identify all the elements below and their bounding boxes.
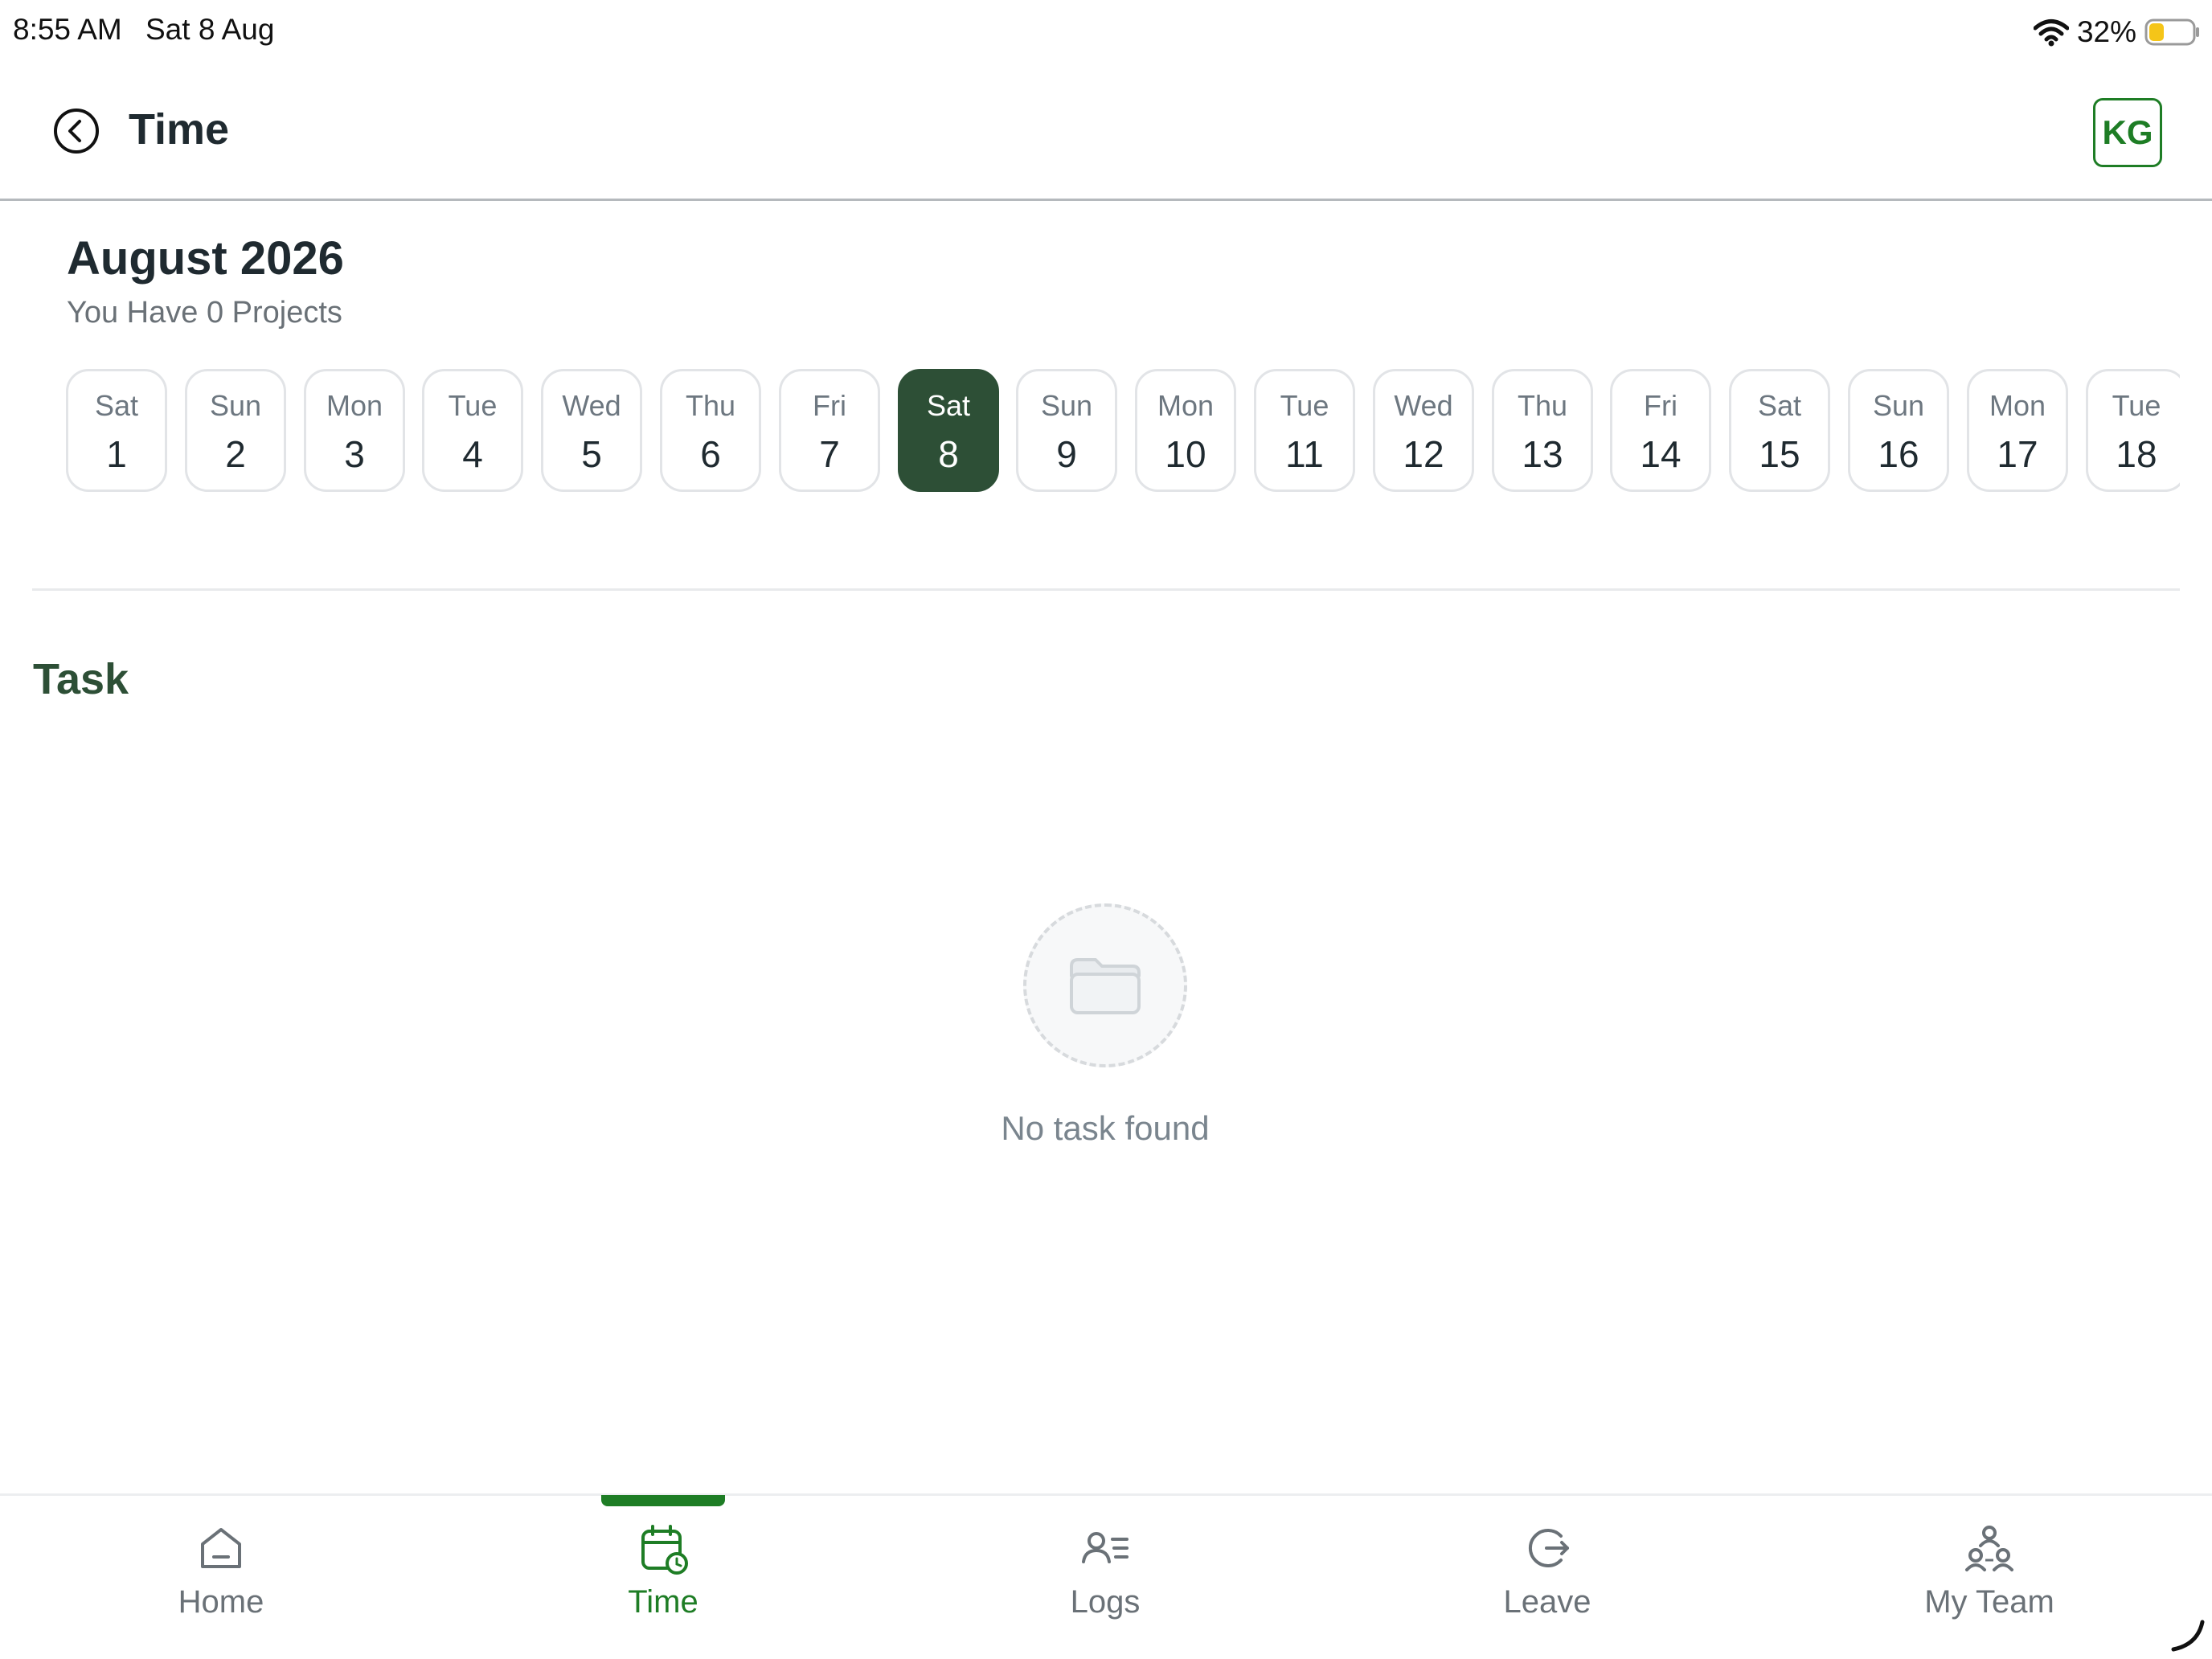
- nav-logs[interactable]: Logs: [985, 1496, 1226, 1659]
- day-name: Fri: [813, 389, 846, 422]
- day-number: 16: [1878, 433, 1919, 475]
- day-name: Mon: [1157, 389, 1215, 422]
- day-cell-1[interactable]: Sat 1: [66, 369, 167, 492]
- day-number: 2: [225, 433, 246, 475]
- empty-state-illustration: [1023, 903, 1187, 1067]
- nav-my-team[interactable]: My Team: [1869, 1496, 2110, 1659]
- day-cell-15[interactable]: Sat 15: [1729, 369, 1830, 492]
- day-name: Tue: [1280, 389, 1329, 422]
- day-cell-4[interactable]: Tue 4: [422, 369, 523, 492]
- status-bar: 8:55 AM Sat 8 Aug 32%: [0, 0, 2212, 64]
- day-cell-17[interactable]: Mon 17: [1967, 369, 2068, 492]
- day-name: Fri: [1644, 389, 1677, 422]
- logout-arrow-icon: [1528, 1529, 1569, 1567]
- user-list-icon: [1082, 1532, 1129, 1563]
- day-name: Tue: [2112, 389, 2161, 422]
- day-name: Sun: [1872, 389, 1925, 422]
- day-cell-16[interactable]: Sun 16: [1848, 369, 1949, 492]
- day-cell-7[interactable]: Fri 7: [779, 369, 880, 492]
- day-number: 4: [462, 433, 483, 475]
- day-number: 10: [1165, 433, 1206, 475]
- day-cell-5[interactable]: Wed 5: [541, 369, 642, 492]
- day-number: 5: [581, 433, 602, 475]
- day-number: 18: [2116, 433, 2157, 475]
- day-cell-3[interactable]: Mon 3: [304, 369, 405, 492]
- nav-my-team-label: My Team: [1924, 1584, 2054, 1620]
- day-name: Mon: [1989, 389, 2046, 422]
- day-number: 7: [819, 433, 840, 475]
- scroll-corner-icon: [2171, 1620, 2205, 1652]
- day-strip[interactable]: Sat 1 Sun 2 Mon 3 Tue 4 Wed 5 Thu 6 Fri 7 Sat 8 Sun 9 Mon 1…: [66, 369, 2180, 492]
- nav-time-label: Time: [628, 1584, 698, 1620]
- status-date: Sat 8 Aug: [145, 13, 275, 46]
- day-name: Thu: [685, 389, 736, 422]
- day-number: 14: [1640, 433, 1682, 475]
- day-number: 6: [700, 433, 721, 475]
- day-cell-6[interactable]: Thu 6: [660, 369, 761, 492]
- day-number: 11: [1285, 433, 1324, 475]
- day-name: Sat: [1757, 389, 1802, 422]
- day-cell-2[interactable]: Sun 2: [185, 369, 286, 492]
- avatar[interactable]: KG: [2093, 98, 2162, 167]
- day-name: Wed: [1394, 389, 1453, 422]
- day-name: Tue: [448, 389, 498, 422]
- day-name: Thu: [1517, 389, 1568, 422]
- nav-logs-label: Logs: [1070, 1584, 1141, 1620]
- folder-icon: [1070, 958, 1141, 1014]
- nav-time[interactable]: Time: [543, 1496, 784, 1659]
- day-cell-8[interactable]: Sat 8: [898, 369, 999, 492]
- battery-percent: 32%: [2076, 15, 2136, 48]
- day-name: Mon: [326, 389, 383, 422]
- page-title: Time: [129, 105, 230, 154]
- status-indicators: 32%: [2033, 11, 2201, 53]
- day-cell-13[interactable]: Thu 13: [1492, 369, 1593, 492]
- task-section-title: Task: [33, 655, 129, 703]
- team-icon: [1965, 1526, 2013, 1571]
- time-screen: 8:55 AM Sat 8 Aug 32% Time KG August 202…: [0, 0, 2212, 1659]
- day-cell-9[interactable]: Sun 9: [1016, 369, 1117, 492]
- day-cell-11[interactable]: Tue 11: [1254, 369, 1355, 492]
- day-number: 1: [106, 433, 127, 475]
- divider: [32, 588, 2180, 591]
- month-title: August 2026: [67, 232, 344, 285]
- nav-home[interactable]: Home: [100, 1496, 342, 1659]
- day-number: 12: [1403, 433, 1444, 475]
- day-number: 13: [1522, 433, 1563, 475]
- day-cell-10[interactable]: Mon 10: [1135, 369, 1236, 492]
- day-cell-12[interactable]: Wed 12: [1373, 369, 1474, 492]
- projects-count: You Have 0 Projects: [67, 296, 342, 330]
- day-name: Sun: [209, 389, 262, 422]
- day-number: 8: [938, 433, 959, 475]
- back-button[interactable]: [53, 108, 100, 154]
- home-icon: [201, 1528, 241, 1568]
- day-number: 9: [1056, 433, 1077, 475]
- wifi-icon: [2033, 19, 2069, 47]
- day-name: Sun: [1040, 389, 1093, 422]
- day-number: 17: [1997, 433, 2038, 475]
- status-time: 8:55 AM: [13, 13, 122, 46]
- nav-leave[interactable]: Leave: [1427, 1496, 1668, 1659]
- app-header: Time KG: [0, 74, 2212, 201]
- nav-leave-label: Leave: [1503, 1584, 1591, 1620]
- bottom-nav: Home Time Logs Leave My Team: [0, 1493, 2212, 1659]
- day-cell-14[interactable]: Fri 14: [1610, 369, 1711, 492]
- day-number: 3: [344, 433, 365, 475]
- battery-icon: [2144, 18, 2199, 46]
- day-name: Wed: [562, 389, 621, 422]
- active-tab-indicator: [601, 1495, 725, 1506]
- calendar-clock-icon: [641, 1525, 688, 1575]
- empty-state-text: No task found: [1001, 1109, 1210, 1147]
- nav-home-label: Home: [178, 1584, 264, 1620]
- day-name: Sat: [94, 389, 139, 422]
- day-name: Sat: [926, 389, 971, 422]
- day-cell-18[interactable]: Tue 18: [2086, 369, 2180, 492]
- day-number: 15: [1759, 433, 1800, 475]
